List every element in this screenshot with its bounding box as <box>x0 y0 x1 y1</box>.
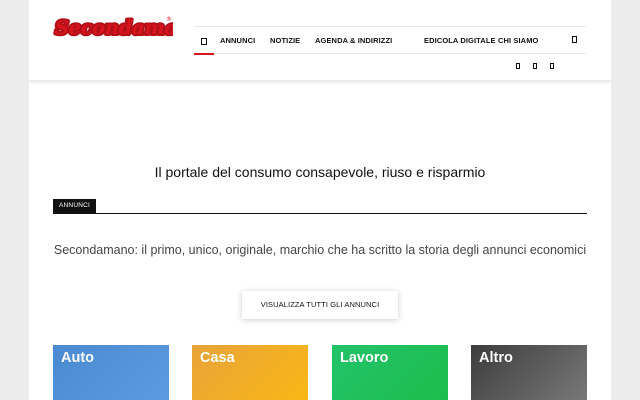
category-card-lavoro[interactable]: Lavoro <box>332 345 448 400</box>
svg-text:Secondamano: Secondamano <box>55 17 173 39</box>
instagram-link[interactable] <box>531 62 539 70</box>
category-card-auto[interactable]: Auto <box>53 345 169 400</box>
home-icon <box>201 37 207 45</box>
facebook-icon <box>516 63 520 69</box>
section-header: ANNUNCI <box>53 199 587 214</box>
nav-item-edicola[interactable]: EDICOLA DIGITALE <box>424 27 496 54</box>
nav-item-notizie[interactable]: NOTIZIE <box>270 27 300 54</box>
site-logo[interactable]: Secondamano Secondamano ® <box>53 10 173 42</box>
category-card-altro[interactable]: Altro <box>471 345 587 400</box>
nav-item-chi-siamo[interactable]: CHI SIAMO <box>498 27 538 54</box>
section-label: ANNUNCI <box>53 199 97 213</box>
instagram-icon <box>533 63 537 69</box>
category-title: Casa <box>200 350 235 366</box>
site-header: Secondamano Secondamano ® ANNUNCI NOTIZI… <box>29 0 611 80</box>
nav-item-agenda[interactable]: AGENDA & INDIRIZZI <box>315 27 392 54</box>
twitter-link[interactable] <box>548 62 556 70</box>
search-button[interactable] <box>570 34 582 46</box>
twitter-icon <box>550 63 554 69</box>
intro-text: Secondamano: il primo, unico, originale,… <box>53 243 587 257</box>
category-title: Altro <box>479 350 513 366</box>
category-title: Lavoro <box>340 350 389 366</box>
nav-active-indicator <box>194 53 214 55</box>
page-tagline: Il portale del consumo consapevole, rius… <box>154 164 486 180</box>
view-all-ads-button[interactable]: VISUALIZZA TUTTI GLI ANNUNCI <box>242 291 398 319</box>
main-nav: ANNUNCI NOTIZIE AGENDA & INDIRIZZI EDICO… <box>194 26 586 55</box>
category-card-casa[interactable]: Casa <box>192 345 308 400</box>
nav-item-annunci[interactable]: ANNUNCI <box>220 27 255 54</box>
category-title: Auto <box>61 350 95 366</box>
search-icon <box>572 36 577 43</box>
svg-text:®: ® <box>166 16 172 23</box>
facebook-link[interactable] <box>514 62 522 70</box>
page-frame: Secondamano Secondamano ® ANNUNCI NOTIZI… <box>29 0 611 400</box>
nav-home[interactable] <box>194 27 214 55</box>
